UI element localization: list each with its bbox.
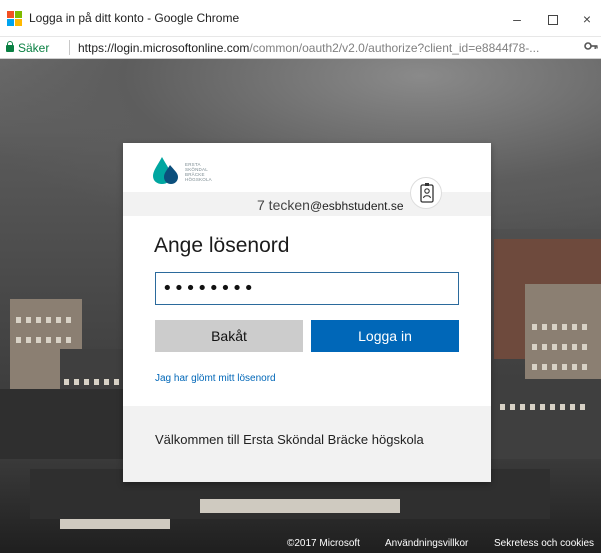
window-title: Logga in på ditt konto - Google Chrome xyxy=(29,11,240,25)
close-button[interactable]: × xyxy=(570,7,601,31)
maximize-icon xyxy=(548,15,558,26)
sign-in-button[interactable]: Logga in xyxy=(311,320,459,352)
lock-icon[interactable] xyxy=(6,41,14,52)
back-button[interactable]: Bakåt xyxy=(155,320,303,352)
drop-logo-icon xyxy=(153,157,178,184)
footer: ©2017 Microsoft Användningsvillkor Sekre… xyxy=(0,533,601,553)
welcome-text: Välkommen till Ersta Sköndal Bräcke högs… xyxy=(155,432,424,447)
url-host: https://login.microsoftonline.com xyxy=(78,41,250,55)
welcome-panel: Välkommen till Ersta Sköndal Bräcke högs… xyxy=(123,406,491,482)
footer-privacy-link[interactable]: Sekretess och cookies xyxy=(494,538,594,549)
account-badge-icon xyxy=(410,177,442,209)
login-card: ERSTA SKÖNDAL BRÄCKE HÖGSKOLA 7 tecken@e… xyxy=(123,143,491,482)
org-logo: ERSTA SKÖNDAL BRÄCKE HÖGSKOLA xyxy=(151,153,251,193)
identity-text: 7 tecken@esbhstudent.se xyxy=(257,197,404,213)
identity-username: 7 tecken xyxy=(257,197,310,213)
url-path: /common/oauth2/v2.0/authorize?client_id=… xyxy=(249,41,540,55)
minimize-button[interactable]: – xyxy=(500,7,534,31)
footer-terms-link[interactable]: Användningsvillkor xyxy=(385,538,468,549)
address-separator xyxy=(69,40,70,55)
logo-text: ERSTA SKÖNDAL BRÄCKE HÖGSKOLA xyxy=(185,162,212,182)
footer-copyright: ©2017 Microsoft xyxy=(287,538,360,549)
window-titlebar: Logga in på ditt konto - Google Chrome –… xyxy=(0,0,601,37)
forgot-password-link[interactable]: Jag har glömt mitt lösenord xyxy=(155,373,276,384)
maximize-button[interactable] xyxy=(536,7,570,31)
password-field[interactable] xyxy=(155,272,459,305)
page-title: Ange lösenord xyxy=(154,234,290,257)
url-text[interactable]: https://login.microsoftonline.com/common… xyxy=(78,41,583,55)
windows-logo-icon xyxy=(7,11,23,27)
address-bar[interactable]: Säker https://login.microsoftonline.com/… xyxy=(0,37,601,59)
secure-label[interactable]: Säker xyxy=(18,41,49,55)
identity-domain: @esbhstudent.se xyxy=(309,199,404,213)
key-icon[interactable] xyxy=(584,40,598,55)
